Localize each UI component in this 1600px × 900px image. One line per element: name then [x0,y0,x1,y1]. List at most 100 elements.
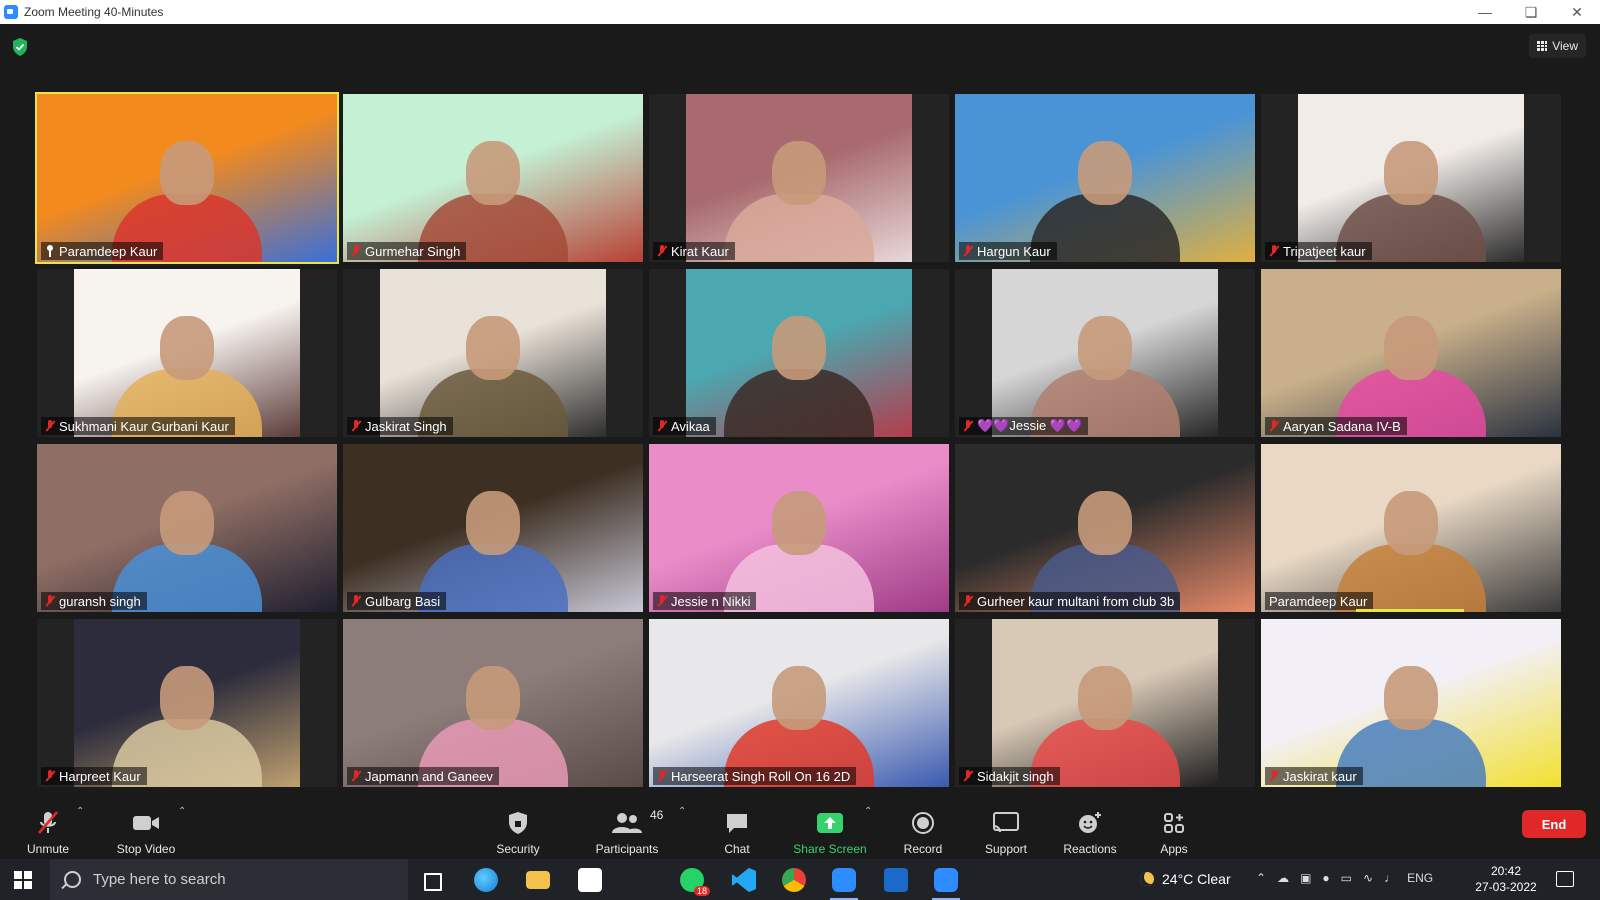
video-feed [1261,269,1561,437]
participant-video-tile[interactable]: Jaskirat Singh [343,269,643,437]
participant-video-tile[interactable]: Paramdeep Kaur [35,92,339,264]
participant-video-tile[interactable]: Sidakjit singh [955,619,1255,787]
participants-button[interactable]: 46 Participants [590,800,664,856]
video-feed [686,94,912,262]
reactions-button[interactable]: Reactions [1058,800,1122,856]
file-explorer-icon[interactable] [526,871,550,889]
chat-button[interactable]: Chat [712,800,762,856]
windows-start-icon[interactable] [14,871,32,889]
mic-muted-icon [351,420,361,432]
weather-widget[interactable]: 24°C Clear [1140,871,1231,887]
unmute-label: Unmute [26,842,70,856]
participant-video-tile[interactable]: Jessie n Nikki [649,444,949,612]
support-button[interactable]: Support [978,800,1034,856]
participant-video-tile[interactable]: Kirat Kaur [649,94,949,262]
unmute-button[interactable]: Unmute [22,800,74,856]
zoom-taskbar-icon[interactable] [830,868,858,900]
stop-video-button[interactable]: Stop Video [108,800,184,856]
participant-nameplate: Hargun Kaur [959,242,1057,260]
participant-video-tile[interactable]: Gurheer kaur multani from club 3b [955,444,1255,612]
encryption-shield-icon[interactable] [12,38,28,56]
video-feed [343,94,643,262]
video-options-caret[interactable]: ⌃ [178,806,186,817]
participant-nameplate: Jaskirat Singh [347,417,453,435]
view-button[interactable]: View [1529,34,1586,58]
participant-video-tile[interactable]: Sukhmani Kaur Gurbani Kaur [37,269,337,437]
microsoft-store-icon[interactable] [578,868,602,892]
participants-options-caret[interactable]: ⌃ [678,806,686,817]
video-gallery: Paramdeep Kaur Gurmehar Singh Kirat Kaur Ha… [35,92,1563,787]
participant-video-tile[interactable]: Hargun Kaur [955,94,1255,262]
device-icon[interactable]: ▣ [1300,871,1311,885]
participant-name: Gurheer kaur multani from club 3b [977,593,1175,609]
participant-name: 💜💜Jessie 💜💜 [977,418,1083,433]
security-button[interactable]: Security [488,800,548,856]
record-button[interactable]: Record [898,800,948,856]
share-options-caret[interactable]: ⌃ [864,806,872,817]
apps-button[interactable]: Apps [1152,800,1196,856]
reaction-emoji-icon [1077,810,1103,836]
battery-icon[interactable]: ▭ [1341,871,1352,885]
taskbar-search[interactable]: Type here to search [50,859,408,900]
mic-muted-icon [1269,245,1279,257]
mic-muted-icon [657,420,667,432]
participant-video-tile[interactable]: Gulbarg Basi [343,444,643,612]
participant-video-tile[interactable]: Jaskirat kaur [1261,619,1561,787]
taskbar-clock[interactable]: 20:42 27-03-2022 [1470,863,1542,895]
mic-muted-icon [657,245,667,257]
participant-video-tile[interactable]: Harpreet Kaur [37,619,337,787]
restore-button[interactable]: ❏ [1508,0,1554,24]
apps-label: Apps [1160,842,1188,856]
mic-muted-icon [351,595,361,607]
minimize-button[interactable]: — [1462,0,1508,24]
participants-icon: 46 [612,808,663,836]
person-silhouette-head [772,666,826,731]
shield-icon [508,810,528,836]
close-button[interactable]: ✕ [1554,0,1600,24]
whatsapp-icon[interactable]: 18 [680,868,710,896]
mic-muted-icon [351,245,361,257]
language-indicator[interactable]: ENG [1407,871,1433,885]
participant-video-tile[interactable]: Paramdeep Kaur [1261,444,1561,612]
pin-icon [45,245,55,257]
participant-nameplate: Sukhmani Kaur Gurbani Kaur [41,417,235,435]
person-silhouette-head [160,491,214,556]
notification-center-icon[interactable] [1556,871,1574,887]
participant-video-tile[interactable]: Japmann and Ganeev [343,619,643,787]
show-hidden-icons-icon[interactable]: ⌃ [1256,871,1266,885]
share-screen-button[interactable]: Share Screen [790,800,870,856]
vscode-icon[interactable] [732,868,756,892]
edge-browser-icon[interactable] [474,868,498,892]
participant-video-tile[interactable]: Avikaa [649,269,949,437]
task-view-icon[interactable] [424,873,442,891]
participant-nameplate: Aaryan Sadana IV-B [1265,417,1407,435]
end-meeting-button[interactable]: End [1522,810,1586,838]
audio-options-caret[interactable]: ⌃ [76,806,84,817]
volume-icon[interactable]: ♩ [1384,871,1396,885]
zoom-meeting-taskbar-icon[interactable] [932,868,960,900]
microphone-icon[interactable]: ● [1322,871,1329,885]
person-silhouette-head [160,316,214,381]
window-title-bar: Zoom Meeting 40-Minutes — ❏ ✕ [0,0,1600,24]
participant-video-tile[interactable]: Gurmehar Singh [343,94,643,262]
participant-video-tile[interactable]: Tripatjeet kaur [1261,94,1561,262]
participant-name: Jaskirat Singh [365,418,447,434]
media-player-icon[interactable] [884,868,908,892]
person-silhouette-head [466,316,520,381]
person-silhouette-head [1384,666,1438,731]
participant-video-tile[interactable]: 💜💜Jessie 💜💜 [955,269,1255,437]
wifi-icon[interactable]: ∿ [1363,871,1373,885]
video-feed [1298,94,1524,262]
participant-video-tile[interactable]: Aaryan Sadana IV-B [1261,269,1561,437]
video-feed [992,619,1218,787]
cloud-icon[interactable]: ☁ [1277,871,1289,885]
system-tray: ⌃ ☁ ▣ ● ▭ ∿ ♩ ENG [1256,871,1433,885]
mic-muted-icon [963,595,973,607]
participant-name: Hargun Kaur [977,243,1051,259]
participant-video-tile[interactable]: Harseerat Singh Roll On 16 2D [649,619,949,787]
moon-icon [1140,872,1154,886]
participant-video-tile[interactable]: guransh singh [37,444,337,612]
chrome-icon[interactable] [782,868,806,892]
mic-muted-icon [1269,770,1279,782]
support-label: Support [984,842,1028,856]
